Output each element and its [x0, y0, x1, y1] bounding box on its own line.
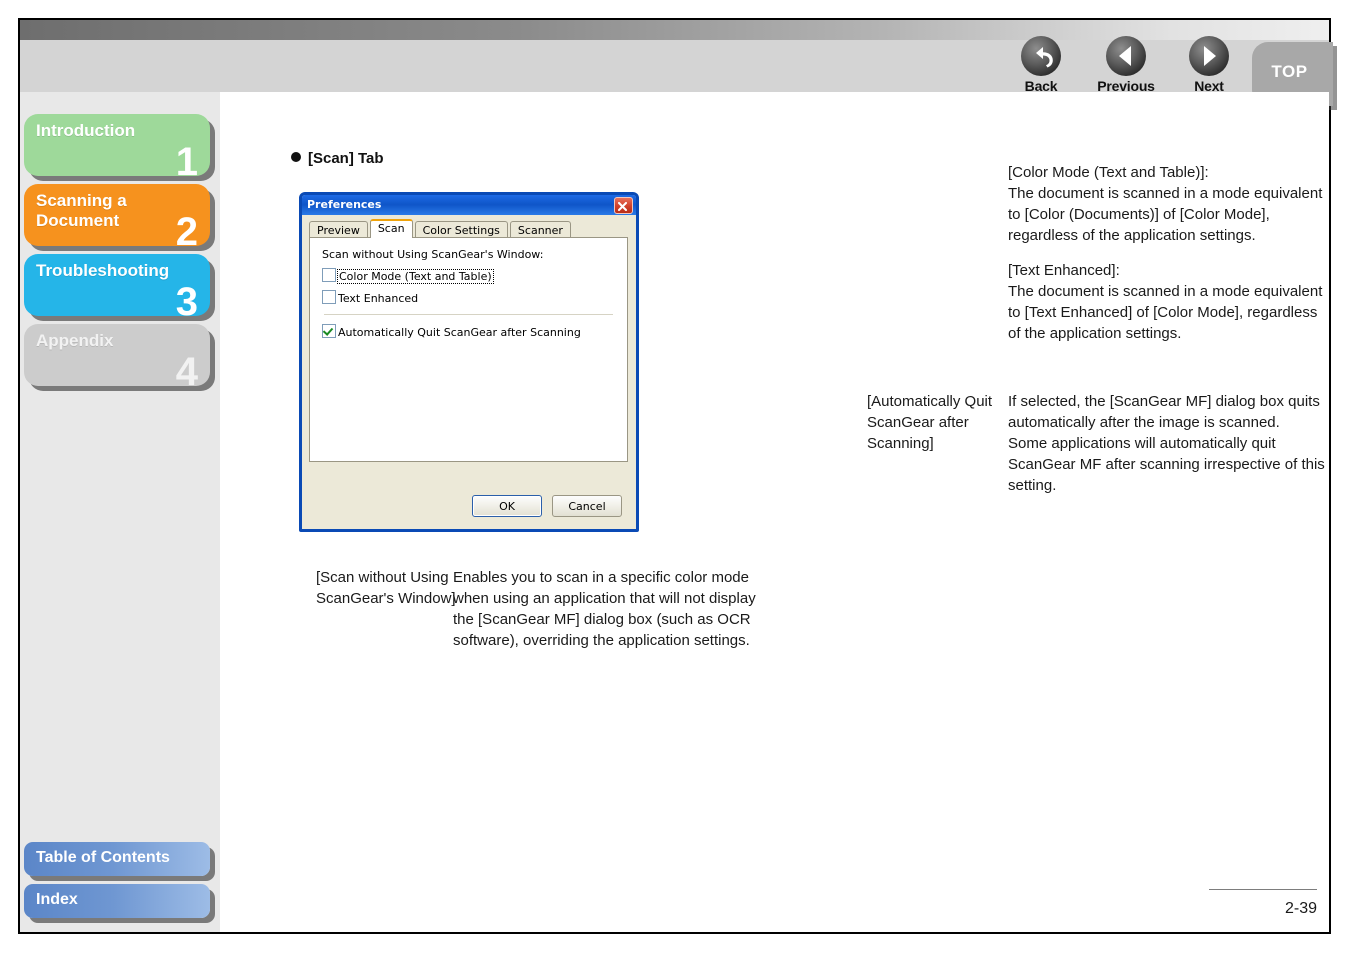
sidebar-chapter-number: 1: [175, 140, 198, 176]
top-button-label: TOP: [1271, 62, 1308, 81]
sidebar-table-of-contents-label: Table of Contents: [36, 849, 170, 866]
sidebar-chapter-label: Troubleshooting: [36, 261, 170, 280]
sidebar-chapter-appendix[interactable]: Appendix 4: [24, 324, 210, 386]
back-arrow-icon: [1021, 36, 1061, 76]
section-heading: [Scan] Tab: [291, 150, 384, 167]
next-button[interactable]: Next: [1166, 36, 1252, 94]
dialog-panel: Scan without Using ScanGear's Window: Co…: [309, 237, 628, 462]
description-body-scan-without-window: Enables you to scan in a specific color …: [453, 567, 778, 651]
dialog-tab-color-settings[interactable]: Color Settings: [414, 221, 508, 238]
description-paragraph: [Text Enhanced]: The document is scanned…: [1008, 262, 1323, 342]
checkbox-label: Automatically Quit ScanGear after Scanni…: [338, 326, 581, 339]
sidebar-chapter-introduction[interactable]: Introduction 1: [24, 114, 210, 176]
right-triangle-icon: [1189, 36, 1229, 76]
dialog-cancel-button[interactable]: Cancel: [552, 495, 622, 517]
checkbox-label: Color Mode (Text and Table): [337, 269, 494, 284]
checkbox-box: [322, 290, 336, 304]
page-number: 2-39: [1284, 900, 1317, 917]
previous-button[interactable]: Previous: [1083, 36, 1169, 94]
sidebar-chapter-scanning-a-document[interactable]: Scanning a Document 2: [24, 184, 210, 246]
checkbox-box: [322, 268, 336, 282]
description-paragraph: [Color Mode (Text and Table)]: The docum…: [1008, 164, 1323, 244]
manual-page: Back Previous Next TOP Introduction 1 Sc…: [18, 18, 1333, 934]
sidebar-index-link[interactable]: Index: [24, 884, 210, 918]
checkbox-automatically-quit-scangear[interactable]: Automatically Quit ScanGear after Scanni…: [322, 324, 581, 339]
sidebar-index-label: Index: [36, 891, 78, 908]
page-content: [Scan] Tab Preferences Preview Scan Colo…: [221, 92, 1329, 932]
description-body-automatically-quit: If selected, the [ScanGear MF] dialog bo…: [1008, 391, 1333, 496]
dialog-titlebar: Preferences: [302, 195, 636, 215]
dialog-tab-scan[interactable]: Scan: [369, 219, 413, 238]
checkbox-label: Text Enhanced: [338, 292, 419, 305]
dialog-tab-preview[interactable]: Preview: [309, 221, 368, 238]
checkbox-box-checked: [322, 324, 336, 338]
description-paragraph: Enables you to scan in a specific color …: [453, 569, 756, 649]
description-paragraph: If selected, the [ScanGear MF] dialog bo…: [1008, 393, 1325, 494]
back-button[interactable]: Back: [998, 36, 1084, 94]
sidebar-chapter-number: 3: [175, 280, 198, 316]
close-icon[interactable]: [614, 197, 633, 214]
bullet-icon: [291, 152, 301, 162]
checkbox-color-mode-text-and-table[interactable]: Color Mode (Text and Table): [322, 268, 494, 284]
dialog-title: Preferences: [307, 198, 382, 211]
sidebar-table-of-contents-link[interactable]: Table of Contents: [24, 842, 210, 876]
description-term-scan-without-window: [Scan without Using ScanGear's Window]: [316, 569, 456, 607]
panel-divider: [324, 314, 613, 315]
dialog-tab-scanner[interactable]: Scanner: [509, 221, 571, 238]
sidebar-chapter-label: Introduction: [36, 121, 136, 140]
sidebar-chapter-number: 2: [175, 210, 198, 246]
left-triangle-icon: [1106, 36, 1146, 76]
sidebar-chapter-label: Scanning a Document: [36, 191, 127, 230]
sidebar: Introduction 1 Scanning a Document 2 Tro…: [20, 92, 221, 932]
description-term-automatically-quit: [Automatically Quit ScanGear after Scann…: [867, 393, 993, 452]
scan-without-window-label: Scan without Using ScanGear's Window:: [322, 248, 544, 261]
page-header: Back Previous Next TOP: [20, 20, 1333, 106]
sidebar-chapter-troubleshooting[interactable]: Troubleshooting 3: [24, 254, 210, 316]
sidebar-chapter-number: 4: [175, 350, 198, 386]
preferences-dialog: Preferences Preview Scan Color Settings …: [299, 192, 639, 532]
description-body-color-modes: [Color Mode (Text and Table)]: The docum…: [1008, 162, 1333, 344]
dialog-tabstrip: Preview Scan Color Settings Scanner: [309, 219, 573, 238]
dialog-ok-button[interactable]: OK: [472, 495, 542, 517]
section-heading-text: [Scan] Tab: [308, 150, 384, 167]
footer-rule: [1209, 889, 1317, 890]
checkbox-text-enhanced[interactable]: Text Enhanced: [322, 290, 418, 305]
sidebar-chapter-label: Appendix: [36, 331, 114, 350]
